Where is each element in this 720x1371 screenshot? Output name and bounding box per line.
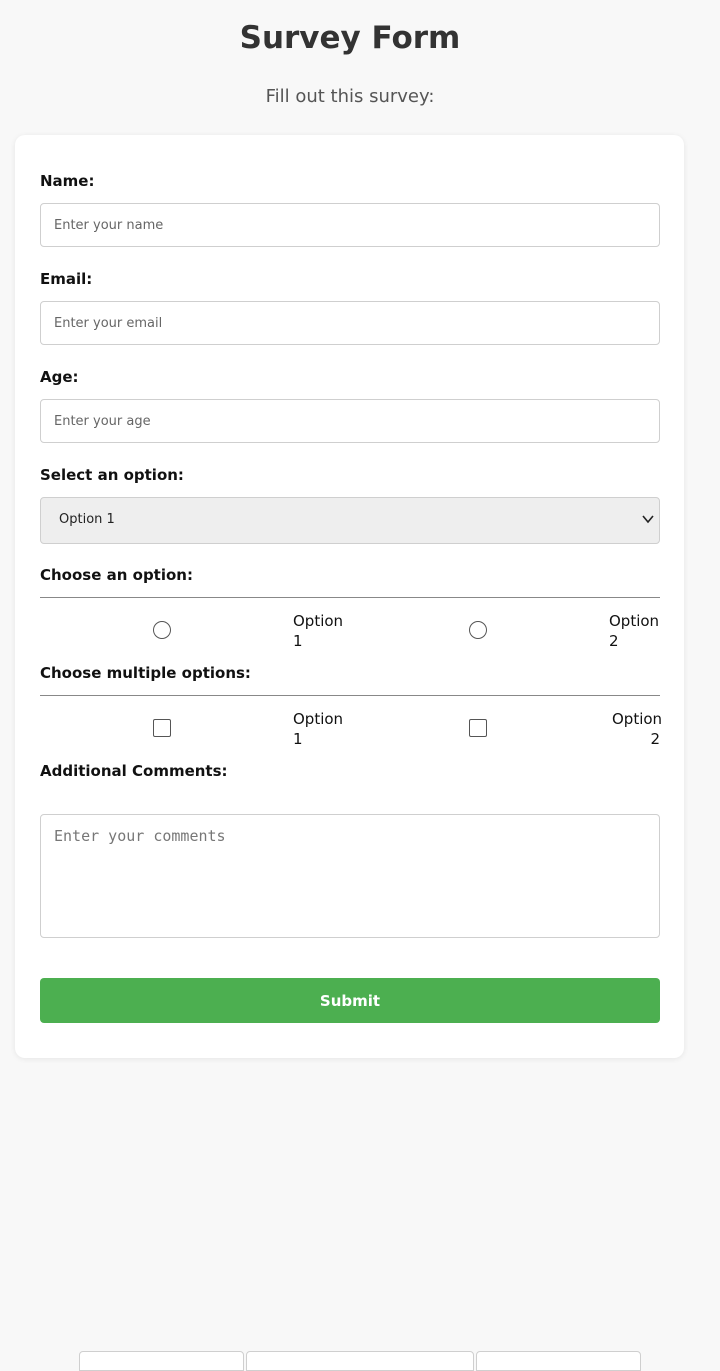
name-field[interactable] [40, 203, 660, 247]
age-field[interactable] [40, 399, 660, 443]
checkbox-option-1[interactable] [153, 719, 171, 737]
radio-group-divider [40, 597, 660, 598]
footer-tab-2[interactable] [246, 1351, 474, 1371]
checkbox-option-1-label: Option 1 [293, 710, 344, 748]
select-selected-value: Option 1 [59, 512, 115, 527]
radio-option-1-label: Option 1 [293, 612, 344, 650]
footer-tab-1[interactable] [79, 1351, 244, 1371]
chevron-down-icon [642, 515, 654, 524]
select-label: Select an option: [40, 466, 184, 484]
checkbox-option-2[interactable] [469, 719, 487, 737]
comments-textarea[interactable] [40, 814, 660, 938]
age-label: Age: [40, 368, 79, 386]
submit-button[interactable]: Submit [40, 978, 660, 1023]
radio-option-2[interactable] [469, 621, 487, 639]
survey-form: Name: Email: Age: Select an option: Opti… [15, 135, 684, 1058]
checkbox-option-2-label: Option 2 [612, 710, 663, 748]
checkbox-group-divider [40, 695, 660, 696]
comments-label: Additional Comments: [40, 762, 228, 780]
checkbox-group-label: Choose multiple options: [40, 664, 251, 682]
radio-option-1[interactable] [153, 621, 171, 639]
page-subtitle: Fill out this survey: [265, 86, 435, 107]
footer-tab-3[interactable] [476, 1351, 641, 1371]
email-field[interactable] [40, 301, 660, 345]
name-label: Name: [40, 172, 95, 190]
page-title: Survey Form [239, 20, 461, 56]
radio-option-2-label: Option 2 [609, 612, 660, 650]
radio-group-label: Choose an option: [40, 566, 193, 584]
option-select[interactable]: Option 1 [40, 497, 660, 544]
email-label: Email: [40, 270, 93, 288]
